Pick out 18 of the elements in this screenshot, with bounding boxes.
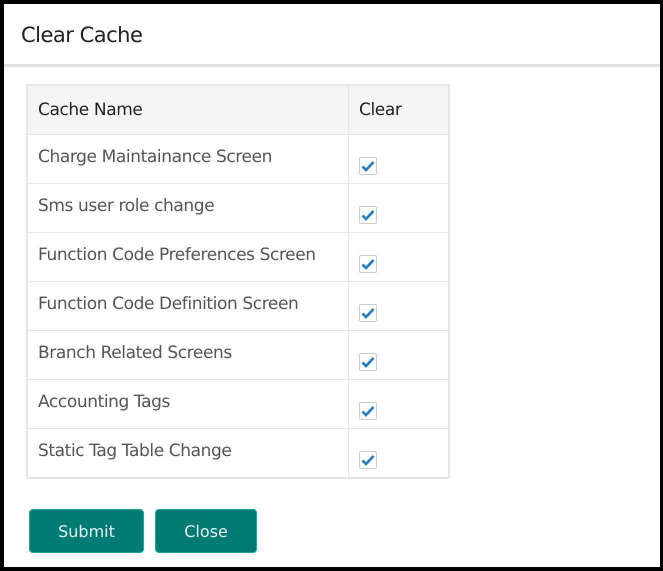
column-header: Cache Name [27, 85, 348, 134]
checkbox[interactable] [359, 304, 377, 322]
table-cell: Function Code Definition Screen [27, 282, 348, 330]
checkbox[interactable] [359, 157, 377, 175]
checkbox[interactable] [359, 353, 377, 371]
checkbox[interactable] [359, 255, 377, 273]
window-title: Clear Cache [4, 4, 660, 67]
table-cell: Function Code Preferences Screen [27, 232, 348, 282]
table-cell: Branch Related Screens [27, 330, 348, 380]
submit-button[interactable]: Submit [29, 509, 144, 553]
checkbox[interactable] [359, 451, 377, 469]
checkbox[interactable] [359, 206, 377, 224]
table-cell: Accounting Tags [27, 380, 348, 428]
column-header: Clear [348, 85, 449, 134]
table-cell: Sms user role change [27, 184, 348, 232]
checkbox[interactable] [359, 402, 377, 420]
close-button[interactable]: Close [155, 509, 257, 553]
table-cell: Charge Maintainance Screen [27, 134, 348, 184]
